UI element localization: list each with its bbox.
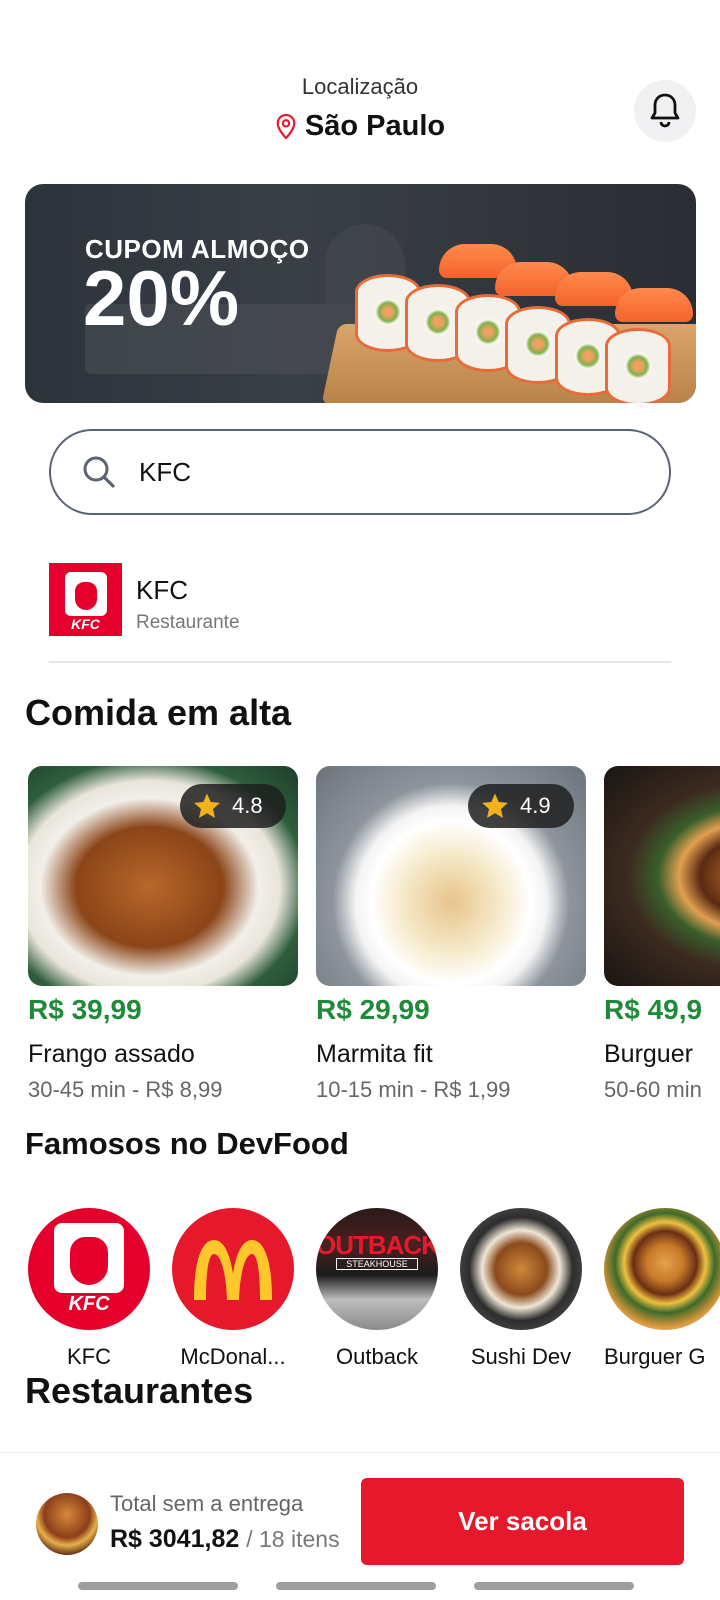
- sushi-dev-image: [460, 1208, 582, 1330]
- sushi-roll: [605, 328, 671, 403]
- system-nav-back[interactable]: [474, 1582, 634, 1590]
- location-selector[interactable]: São Paulo: [0, 110, 720, 143]
- outback-logo: OUTBACK STEAKHOUSE: [316, 1208, 438, 1330]
- food-price: R$ 39,99: [28, 994, 142, 1025]
- food-name: Burguer: [604, 1040, 693, 1068]
- famous-item-outback[interactable]: OUTBACK STEAKHOUSE Outback: [316, 1208, 438, 1370]
- salmon-nigiri: [615, 288, 693, 322]
- cart-total: R$ 3041,82 / 18 itens: [110, 1525, 340, 1554]
- food-image-burguer: [604, 766, 720, 986]
- section-title-famous: Famosos no DevFood: [25, 1126, 349, 1161]
- burguer-image: [604, 1208, 720, 1330]
- city-name: São Paulo: [304, 110, 446, 142]
- system-nav-recents[interactable]: [78, 1582, 238, 1590]
- famous-item-sushi-dev[interactable]: Sushi Dev: [460, 1208, 582, 1370]
- kfc-logo: KFC: [28, 1208, 150, 1330]
- notifications-button[interactable]: [634, 80, 696, 142]
- famous-item-mcdonalds[interactable]: McDonal...: [172, 1208, 294, 1370]
- famous-item-kfc[interactable]: KFC KFC: [28, 1208, 150, 1370]
- food-name: Marmita fit: [316, 1040, 433, 1068]
- food-image-marmita: 4.9: [316, 766, 586, 986]
- food-card[interactable]: R$ 49,9 Burguer 50-60 min: [604, 766, 720, 1103]
- famous-item-label: Burguer G: [604, 1344, 706, 1369]
- promo-banner[interactable]: CUPOM ALMOÇO 20%: [25, 184, 696, 403]
- famous-item-label: McDonal...: [180, 1344, 286, 1369]
- cart-total-amount: R$ 3041,82: [110, 1525, 240, 1553]
- bell-icon: [650, 93, 680, 128]
- food-card[interactable]: 4.9 R$ 29,99 Marmita fit 10-15 min - R$ …: [316, 766, 586, 1103]
- mcdonalds-logo: [172, 1208, 294, 1330]
- search-input[interactable]: KFC: [49, 429, 671, 515]
- banner-discount-text: 20%: [83, 254, 240, 342]
- food-price: R$ 49,9: [604, 994, 703, 1025]
- rating-badge: 4.9: [468, 784, 574, 828]
- search-icon: [83, 456, 115, 488]
- food-delivery-info: 30-45 min - R$ 8,99: [28, 1077, 223, 1102]
- search-result-type: Restaurante: [136, 612, 240, 633]
- search-result-item[interactable]: KFC KFC Restaurante: [49, 563, 671, 663]
- search-result-name: KFC: [136, 575, 188, 605]
- section-title-restaurants: Restaurantes: [25, 1370, 254, 1411]
- food-delivery-info: 50-60 min: [604, 1077, 702, 1102]
- food-price: R$ 29,99: [316, 994, 430, 1025]
- cart-total-label: Total sem a entrega: [110, 1491, 304, 1516]
- section-title-trending: Comida em alta: [25, 692, 292, 733]
- food-card[interactable]: 4.8 R$ 39,99 Frango assado 30-45 min - R…: [28, 766, 298, 1103]
- location-label: Localização: [301, 74, 419, 99]
- cart-item-thumbnail: [36, 1493, 98, 1555]
- view-bag-button[interactable]: Ver sacola: [361, 1478, 684, 1565]
- famous-item-label: Sushi Dev: [470, 1344, 572, 1369]
- food-name: Frango assado: [28, 1040, 195, 1068]
- famous-item-label: Outback: [336, 1344, 418, 1369]
- search-input-value: KFC: [139, 456, 191, 487]
- food-delivery-info: 10-15 min - R$ 1,99: [316, 1077, 511, 1102]
- famous-item-label: KFC: [67, 1344, 111, 1369]
- food-image-frango: 4.8: [28, 766, 298, 986]
- star-icon: [194, 793, 220, 818]
- location-pin-icon: [276, 113, 296, 140]
- system-nav-home[interactable]: [276, 1582, 436, 1590]
- famous-item-burguer[interactable]: Burguer G: [604, 1208, 720, 1370]
- star-icon: [482, 793, 508, 818]
- cart-item-count: / 18 itens: [246, 1526, 340, 1552]
- rating-badge: 4.8: [180, 784, 286, 828]
- kfc-logo: KFC: [49, 563, 122, 636]
- cart-summary-bar: Total sem a entrega R$ 3041,82 / 18 iten…: [0, 1452, 720, 1600]
